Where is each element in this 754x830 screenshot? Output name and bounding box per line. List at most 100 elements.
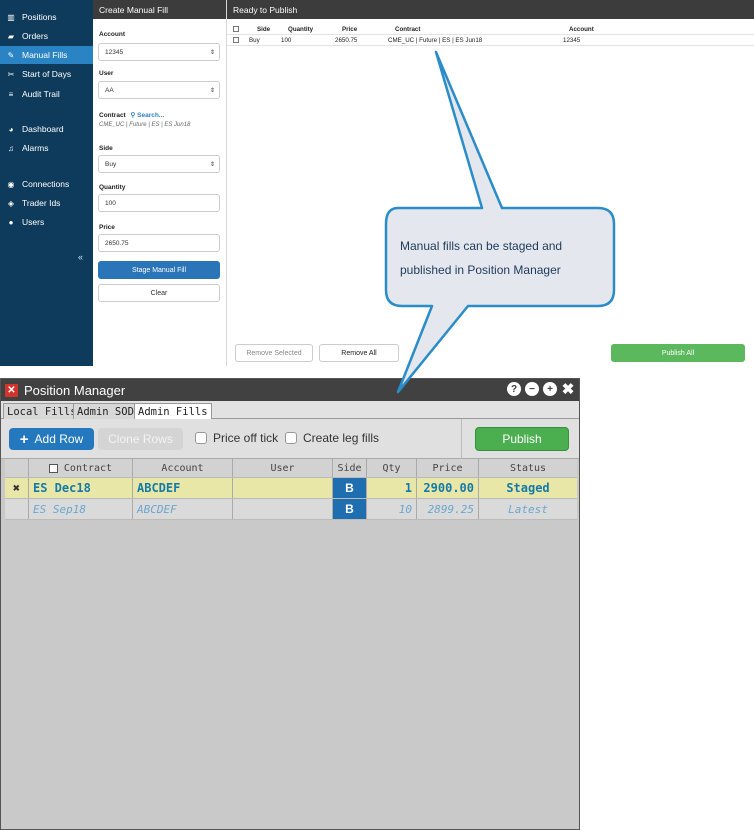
checkbox-box[interactable]: [195, 432, 207, 444]
cell-contract: CME_UC | Future | ES | ES Jun18: [388, 37, 483, 44]
stage-manual-fill-button[interactable]: Stage Manual Fill: [98, 261, 220, 279]
column-header-user[interactable]: User: [233, 459, 333, 477]
row-mark: [5, 499, 29, 519]
remove-selected-button[interactable]: Remove Selected: [235, 344, 313, 362]
cell-price: 2650.75: [335, 37, 358, 44]
plus-icon: +: [19, 430, 29, 448]
column-header-label: Contract: [63, 462, 113, 474]
sidebar-item-users[interactable]: ● Users: [0, 213, 93, 231]
column-header-side[interactable]: Side: [333, 459, 367, 477]
clone-rows-button[interactable]: Clone Rows: [98, 428, 183, 450]
price-input[interactable]: 2650.75: [98, 234, 220, 252]
price-off-tick-checkbox[interactable]: Price off tick: [195, 431, 278, 445]
sidebar-item-dashboard[interactable]: ◕ Dashboard: [0, 120, 93, 138]
checkbox-box[interactable]: [285, 432, 297, 444]
toolbar-divider: [461, 419, 462, 459]
side-value: Buy: [105, 160, 117, 168]
column-header-contract[interactable]: Contract: [29, 459, 133, 477]
sidebar-item-positions[interactable]: ▥ Positions: [0, 8, 93, 26]
quantity-input[interactable]: 100: [98, 194, 220, 212]
help-icon[interactable]: ?: [507, 382, 521, 396]
tab-local-fills[interactable]: Local Fills: [3, 403, 81, 419]
book-icon: ▰: [7, 31, 15, 41]
table-row[interactable]: ✖ ES Dec18 ABCDEF B 1 2900.00 Staged: [5, 478, 577, 499]
column-header: Contract: [395, 26, 421, 33]
sidebar-item-label: Manual Fills: [22, 50, 68, 60]
select-arrows-icon: ⇕: [209, 87, 215, 94]
sidebar-item-connections[interactable]: ◉ Connections: [0, 175, 93, 193]
cell-price[interactable]: 2900.00: [417, 478, 479, 498]
account-value: 12345: [105, 48, 124, 56]
cell-user[interactable]: [233, 499, 333, 519]
cell-side: Buy: [249, 37, 260, 44]
app-screen: ▥ Positions ▰ Orders ✎ Manual Fills ✂ St…: [0, 0, 754, 366]
contract-search-link[interactable]: ⚲ Search...: [131, 112, 165, 119]
maximize-icon[interactable]: +: [543, 382, 557, 396]
mark-column-header: [5, 459, 29, 477]
column-header-status[interactable]: Status: [479, 459, 577, 477]
publish-button[interactable]: Publish: [475, 427, 569, 451]
sidebar: ▥ Positions ▰ Orders ✎ Manual Fills ✂ St…: [0, 0, 93, 366]
minimize-icon[interactable]: −: [525, 382, 539, 396]
contract-label-row: Contract ⚲ Search...: [99, 111, 164, 119]
sidebar-item-label: Positions: [22, 12, 57, 22]
account-label: Account: [99, 31, 125, 38]
publish-table: Side Quantity Price Contract Account Buy…: [227, 24, 754, 46]
row-checkbox[interactable]: [233, 37, 239, 43]
sidebar-item-manual-fills[interactable]: ✎ Manual Fills: [0, 46, 93, 64]
sidebar-item-trader-ids[interactable]: ◈ Trader Ids: [0, 194, 93, 212]
table-row[interactable]: Buy 100 2650.75 CME_UC | Future | ES | E…: [227, 35, 754, 46]
position-manager-window: ✕ Position Manager ? − + ✖ Local Fills A…: [0, 378, 580, 830]
cell-status: Staged: [506, 481, 550, 495]
cell-account[interactable]: ABCDEF: [133, 499, 233, 519]
app-logo-icon: ✕: [5, 383, 18, 397]
column-header: Side: [257, 26, 271, 33]
price-value: 2650.75: [105, 239, 129, 247]
delete-row-icon[interactable]: ✖: [5, 478, 29, 498]
sidebar-item-alarms[interactable]: ♫ Alarms: [0, 139, 93, 157]
select-all-checkbox[interactable]: [233, 26, 239, 32]
table-row[interactable]: ES Sep18 ABCDEF B 10 2899.25 Latest: [5, 499, 577, 520]
publish-all-button[interactable]: Publish All: [611, 344, 745, 362]
sidebar-item-label: Trader Ids: [22, 198, 61, 208]
sidebar-item-audit-trail[interactable]: ≡ Audit Trail: [0, 85, 93, 103]
cell-contract[interactable]: ES Sep18: [29, 499, 133, 519]
select-all-checkbox[interactable]: [48, 463, 58, 473]
side-select[interactable]: Buy ⇕: [98, 155, 220, 173]
add-row-button[interactable]: + Add Row: [9, 428, 94, 450]
cell-price[interactable]: 2899.25: [417, 499, 479, 519]
callout-line-1: Manual fills can be staged and: [400, 239, 563, 253]
tab-admin-fills[interactable]: Admin Fills: [134, 403, 212, 420]
select-arrows-icon: ⇕: [209, 49, 215, 56]
cell-quantity: 100: [281, 37, 292, 44]
cell-qty[interactable]: 1: [367, 478, 417, 498]
close-icon[interactable]: ✖: [561, 381, 575, 398]
sidebar-item-label: Orders: [22, 31, 48, 41]
clear-button[interactable]: Clear: [98, 284, 220, 302]
sidebar-item-label: Dashboard: [22, 124, 64, 134]
callout-text: Manual fills can be staged and published…: [400, 234, 610, 282]
sidebar-item-start-of-days[interactable]: ✂ Start of Days: [0, 65, 93, 83]
side-label: Side: [99, 145, 113, 152]
cell-qty[interactable]: 10: [367, 499, 417, 519]
column-header-account[interactable]: Account: [133, 459, 233, 477]
cell-user[interactable]: [233, 478, 333, 498]
window-title: Position Manager: [24, 382, 126, 398]
remove-all-button[interactable]: Remove All: [319, 344, 399, 362]
cell-contract[interactable]: ES Dec18: [29, 478, 133, 498]
window-titlebar[interactable]: ✕ Position Manager ? − + ✖: [1, 379, 579, 401]
sidebar-item-label: Alarms: [22, 143, 49, 153]
user-select[interactable]: AA ⇕: [98, 81, 220, 99]
cell-side[interactable]: B: [333, 478, 367, 498]
search-icon: ⚲: [130, 112, 136, 119]
sidebar-item-orders[interactable]: ▰ Orders: [0, 27, 93, 45]
cell-account[interactable]: ABCDEF: [133, 478, 233, 498]
cell-side[interactable]: B: [333, 499, 367, 519]
search-label: Search...: [137, 112, 165, 119]
tab-admin-sod[interactable]: Admin SOD: [73, 403, 138, 419]
account-select[interactable]: 12345 ⇕: [98, 43, 220, 61]
create-leg-fills-checkbox[interactable]: Create leg fills: [285, 431, 379, 445]
column-header-price[interactable]: Price: [417, 459, 479, 477]
collapse-sidebar-icon[interactable]: «: [78, 252, 83, 262]
column-header-qty[interactable]: Qty: [367, 459, 417, 477]
